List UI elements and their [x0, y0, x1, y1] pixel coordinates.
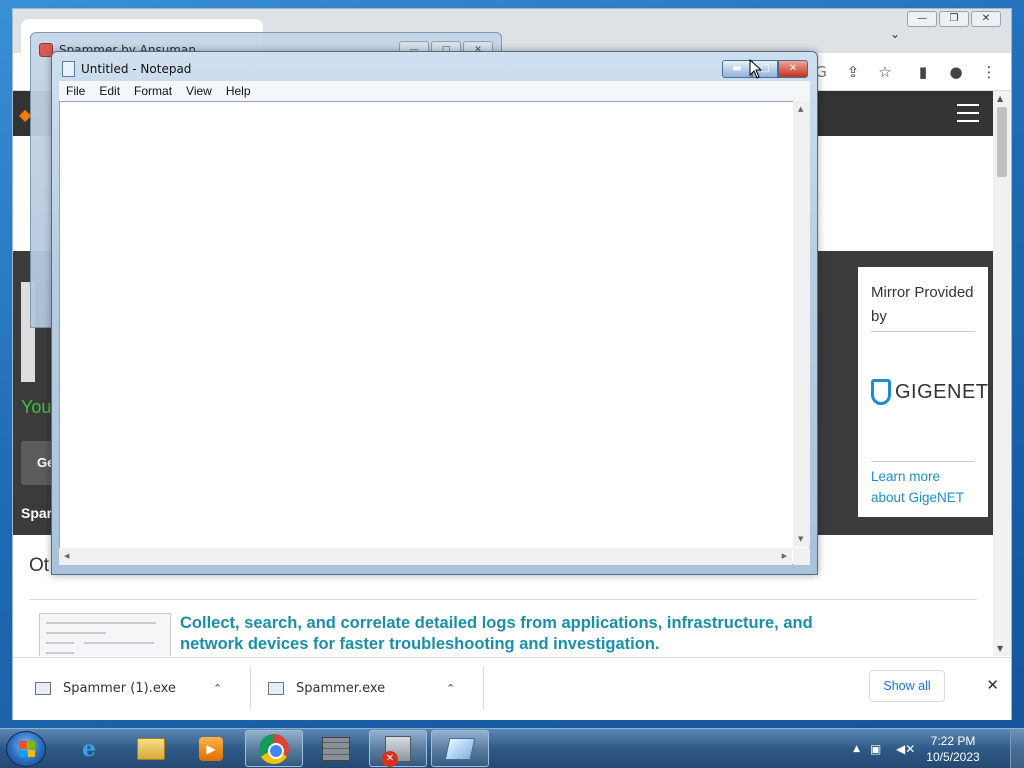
clock-time: 7:22 PM: [930, 734, 976, 748]
taskbar-notepad[interactable]: [431, 730, 489, 767]
notepad-icon: [62, 61, 75, 77]
side-panel-icon[interactable]: ▮: [913, 62, 933, 82]
gigenet-logo[interactable]: GIGENET: [871, 379, 989, 405]
chrome-icon: [259, 733, 289, 764]
show-hidden-icons-icon[interactable]: ▲: [853, 744, 860, 754]
ad-thumbnail[interactable]: [39, 613, 171, 656]
minimize-button[interactable]: ▬: [722, 60, 752, 78]
divider: [483, 666, 484, 710]
taskbar-internet-explorer[interactable]: e: [60, 730, 118, 767]
taskbar-windows-explorer[interactable]: [122, 730, 180, 767]
hamburger-menu-icon[interactable]: [957, 104, 979, 122]
learn-more-link[interactable]: Learn more about GigeNET: [871, 461, 975, 508]
notepad-icon: [444, 737, 476, 760]
scroll-thumb[interactable]: [997, 107, 1007, 177]
firewall-icon: [322, 736, 350, 761]
close-button[interactable]: ✕: [971, 11, 1001, 27]
media-player-icon: ▶: [199, 736, 223, 761]
other-heading: Ot: [29, 555, 50, 576]
exe-file-icon: [268, 681, 284, 695]
taskbar-google-chrome[interactable]: [245, 730, 303, 767]
gigenet-logo-text: GIGENET: [895, 380, 989, 403]
menu-format[interactable]: Format: [127, 81, 179, 101]
window-title: Untitled - Notepad: [81, 62, 192, 76]
scroll-up-arrow-icon[interactable]: ▲: [997, 94, 1003, 103]
minimize-button[interactable]: —: [907, 11, 937, 27]
star-icon[interactable]: ☆: [875, 62, 895, 82]
menu-file[interactable]: File: [59, 81, 92, 101]
taskbar-firewall[interactable]: [307, 730, 365, 767]
notepad-window[interactable]: Untitled - Notepad ▬ ▢ ✕ File Edit Forma…: [51, 51, 818, 575]
download-filename: Spammer.exe: [296, 680, 386, 696]
download-filename: Spammer (1).exe: [63, 680, 176, 696]
internet-explorer-icon: e: [82, 735, 96, 762]
show-desktop-button[interactable]: [1010, 729, 1024, 768]
menu-view[interactable]: View: [179, 81, 219, 101]
chevron-up-icon[interactable]: ⌃: [446, 682, 455, 695]
mirror-title: Mirror Provided by: [871, 281, 975, 332]
more-menu-icon[interactable]: ⋮: [979, 62, 999, 82]
show-all-button[interactable]: Show all: [869, 670, 945, 702]
start-button[interactable]: [6, 731, 46, 767]
taskbar-media-player[interactable]: ▶: [182, 730, 240, 767]
file-label: Spar: [21, 505, 53, 521]
text-editor-area[interactable]: [59, 101, 810, 565]
volume-muted-icon[interactable]: ◀✕: [896, 742, 915, 756]
download-item[interactable]: Spammer (1).exe ⌃: [35, 666, 222, 710]
exe-file-icon: [35, 681, 51, 695]
mouse-cursor-icon: [749, 59, 763, 79]
download-item[interactable]: Spammer.exe ⌃: [268, 666, 455, 710]
close-button[interactable]: ✕: [778, 60, 808, 78]
scroll-down-arrow-icon[interactable]: ▼: [997, 644, 1003, 653]
divider: [29, 599, 977, 600]
clock[interactable]: 7:22 PM 10/5/2023: [922, 733, 984, 765]
clock-date: 10/5/2023: [926, 750, 980, 764]
menu-edit[interactable]: Edit: [92, 81, 127, 101]
gigenet-shield-icon: [871, 379, 891, 405]
chevron-up-icon[interactable]: ⌃: [213, 682, 222, 695]
mirror-provider-box: Mirror Provided by GIGENET Learn more ab…: [858, 267, 988, 517]
chrome-window-controls: — ❐ ✕: [907, 11, 1001, 27]
menu-bar: File Edit Format View Help: [59, 81, 810, 101]
taskbar-spammer[interactable]: [369, 730, 427, 767]
spammer-icon: [382, 735, 411, 767]
downloads-bar: Spammer (1).exe ⌃ Spammer.exe ⌃ Show all…: [13, 657, 1011, 720]
hero-text: You: [21, 397, 52, 417]
menu-help[interactable]: Help: [219, 81, 258, 101]
windows-logo-icon: [19, 741, 35, 757]
network-icon[interactable]: ▣: [870, 742, 886, 756]
taskbar: e ▶ ▲ ▣ ◀✕ 7:22 PM 10/5/2023: [0, 728, 1024, 768]
window-controls: ▬ ▢ ✕: [722, 60, 808, 78]
profile-icon[interactable]: ●: [946, 62, 966, 82]
tab-search-icon[interactable]: ⌄: [887, 27, 903, 43]
folder-icon: [137, 737, 165, 760]
share-icon[interactable]: ⇪: [843, 62, 863, 82]
divider: [250, 666, 251, 710]
ad-link[interactable]: Collect, search, and correlate detailed …: [180, 613, 880, 655]
restore-button[interactable]: ❐: [939, 11, 969, 27]
close-icon[interactable]: ✕: [986, 676, 999, 694]
system-tray: ▲ ▣ ◀✕ 7:22 PM 10/5/2023: [853, 729, 984, 768]
page-scrollbar[interactable]: ▲ ▼: [993, 91, 1011, 656]
